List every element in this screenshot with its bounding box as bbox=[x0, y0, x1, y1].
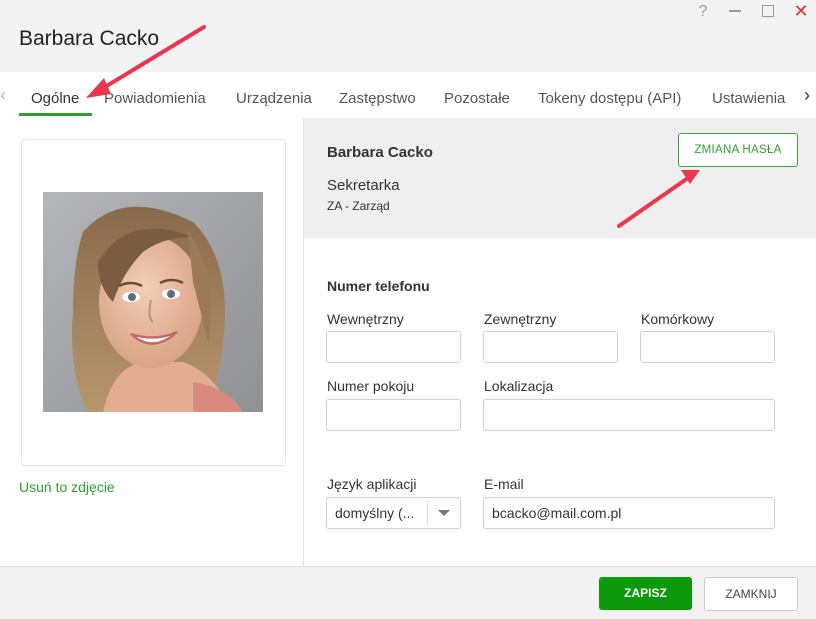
save-button[interactable]: ZAPISZ bbox=[599, 577, 692, 610]
change-password-button[interactable]: ZMIANA HASŁA bbox=[678, 133, 798, 167]
window-title: Barbara Cacko bbox=[19, 27, 160, 50]
close-button[interactable]: ZAMKNIJ bbox=[704, 577, 798, 611]
tab-other[interactable]: Pozostałe bbox=[444, 90, 510, 107]
maximize-icon[interactable] bbox=[757, 2, 779, 20]
external-phone-field[interactable] bbox=[483, 331, 618, 363]
internal-phone-field[interactable] bbox=[326, 331, 461, 363]
language-selected-value: domyślny (... bbox=[335, 505, 415, 521]
mobile-phone-field[interactable] bbox=[640, 331, 775, 363]
user-department: ZA - Zarząd bbox=[327, 199, 390, 213]
minimize-icon[interactable] bbox=[724, 2, 746, 20]
language-label: Język aplikacji bbox=[327, 476, 417, 492]
chevron-left-icon[interactable]: ‹ bbox=[0, 85, 6, 106]
room-number-label: Numer pokoju bbox=[327, 378, 415, 394]
tab-devices[interactable]: Urządzenia bbox=[236, 90, 312, 107]
active-tab-indicator bbox=[19, 113, 92, 116]
help-icon[interactable]: ? bbox=[692, 3, 714, 21]
footer-bar bbox=[0, 566, 816, 619]
mobile-phone-label: Komórkowy bbox=[641, 311, 715, 327]
internal-phone-label: Wewnętrzny bbox=[327, 311, 404, 327]
user-role: Sekretarka bbox=[327, 177, 400, 194]
remove-photo-link[interactable]: Usuń to zdjęcie bbox=[19, 479, 115, 495]
user-name: Barbara Cacko bbox=[327, 144, 433, 161]
close-icon[interactable]: ✕ bbox=[790, 1, 812, 22]
avatar bbox=[43, 192, 263, 412]
phone-section-title: Numer telefonu bbox=[327, 278, 430, 294]
chevron-right-icon[interactable]: › bbox=[804, 85, 810, 106]
tab-settings[interactable]: Ustawienia bbox=[712, 90, 785, 107]
room-number-field[interactable] bbox=[326, 399, 461, 431]
location-label: Lokalizacja bbox=[484, 378, 554, 394]
email-label: E-mail bbox=[484, 476, 524, 492]
tab-substitution[interactable]: Zastępstwo bbox=[339, 90, 416, 107]
email-field[interactable]: bcacko@mail.com.pl bbox=[483, 497, 775, 529]
tab-api-tokens[interactable]: Tokeny dostępu (API) bbox=[538, 90, 681, 107]
tab-notifications[interactable]: Powiadomienia bbox=[104, 90, 206, 107]
location-field[interactable] bbox=[483, 399, 775, 431]
tab-general[interactable]: Ogólne bbox=[31, 90, 79, 107]
chevron-down-icon[interactable] bbox=[438, 510, 450, 516]
language-select[interactable]: domyślny (... bbox=[326, 497, 461, 529]
select-divider bbox=[427, 501, 428, 525]
external-phone-label: Zewnętrzny bbox=[484, 311, 557, 327]
